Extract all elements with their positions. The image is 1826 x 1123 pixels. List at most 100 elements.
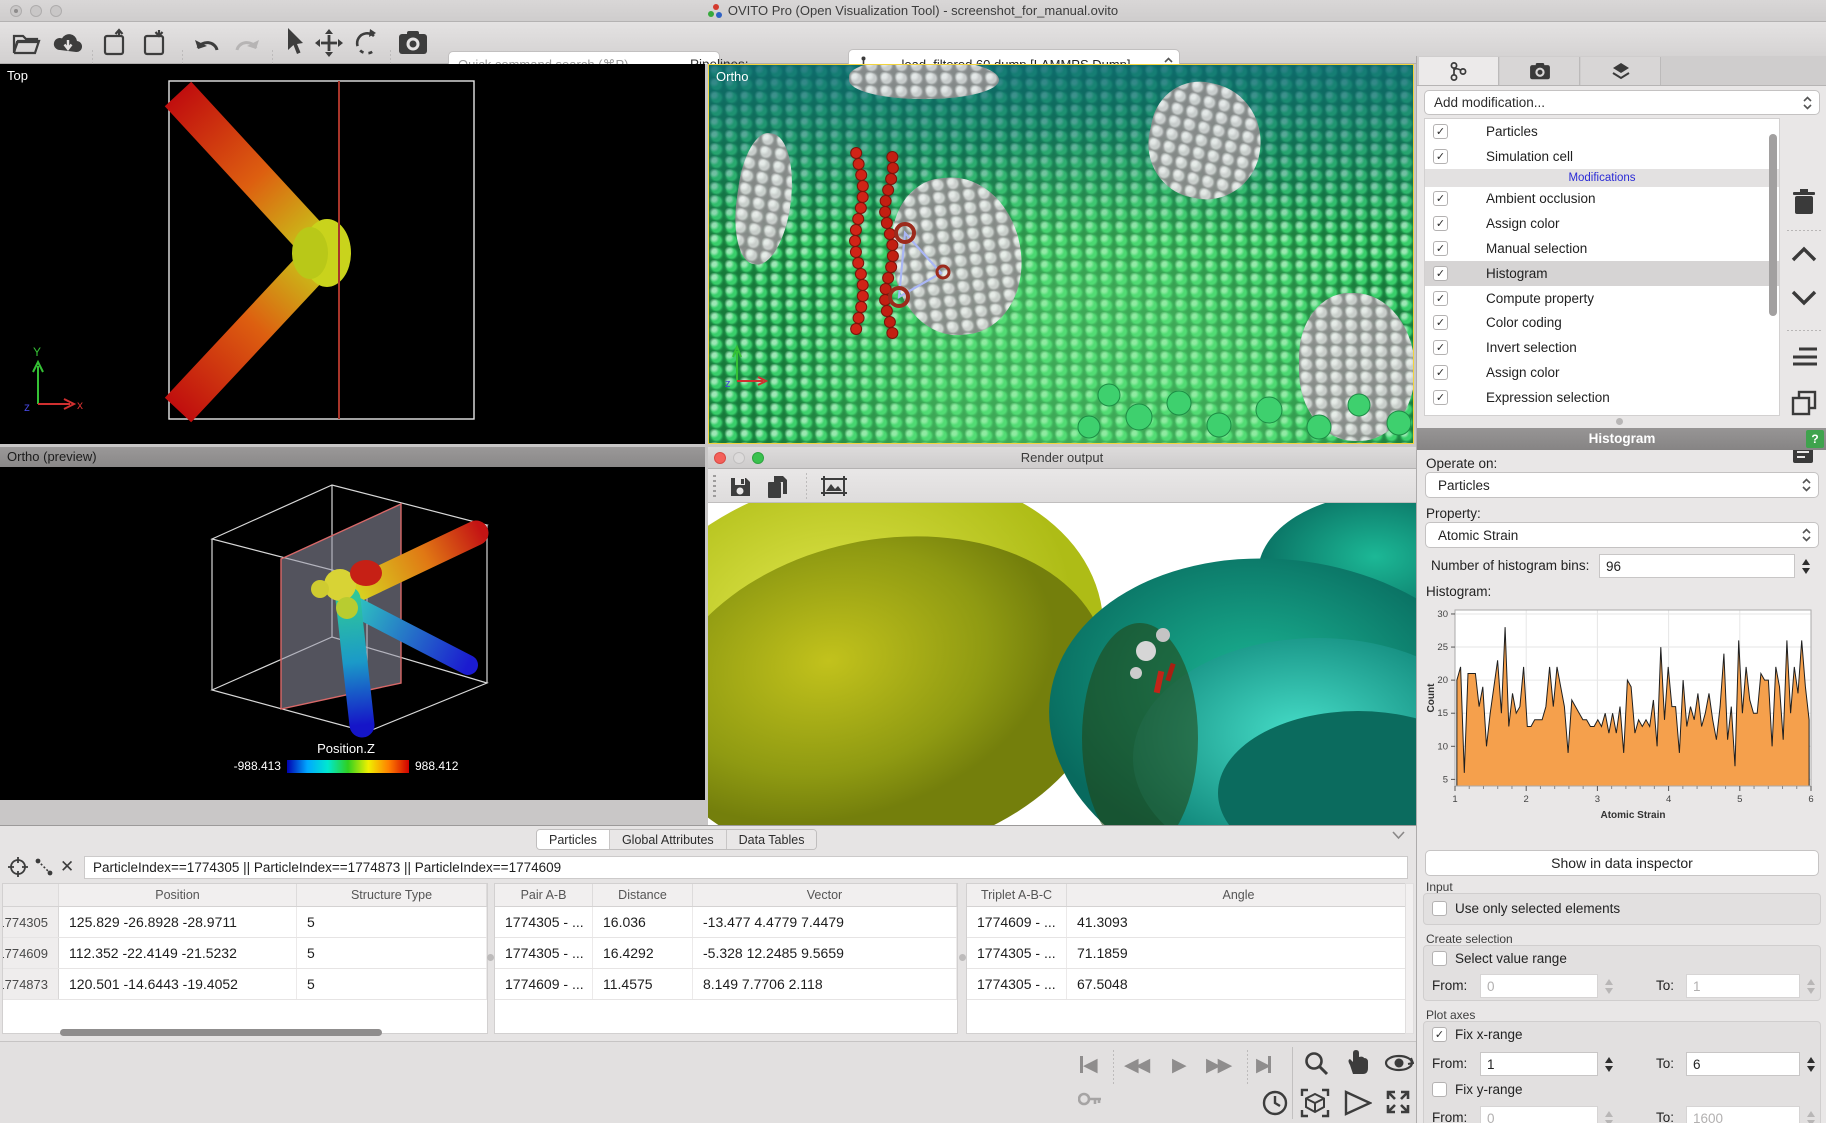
property-dropdown[interactable]: Atomic Strain — [1425, 522, 1819, 548]
inspector-tab-particles[interactable]: Particles — [537, 830, 610, 849]
save-image-icon[interactable] — [728, 475, 752, 499]
close-window-icon[interactable] — [10, 5, 22, 17]
table-row[interactable]: 1774305 - ...71.1859 — [967, 938, 1413, 969]
move-modifier-up-icon[interactable] — [1791, 246, 1817, 262]
redo-icon[interactable] — [232, 32, 262, 56]
render-camera-icon[interactable] — [398, 31, 428, 55]
viewport-preview-titlebar[interactable]: Ortho (preview) — [0, 447, 705, 467]
fix-x-range-checkbox[interactable]: ✓ Fix x-range — [1432, 1027, 1523, 1042]
collapse-inspector-icon[interactable] — [1392, 831, 1405, 840]
help-button[interactable]: ? — [1806, 430, 1824, 448]
select-from-stepper[interactable] — [1602, 974, 1615, 998]
save-session-icon[interactable] — [102, 28, 130, 58]
toggle-modifier-groups-icon[interactable] — [1791, 346, 1819, 368]
viewport-ortho[interactable]: z Ortho — [708, 64, 1414, 444]
x-from-input[interactable]: 1 — [1480, 1052, 1598, 1076]
checkbox-icon[interactable]: ✓ — [1432, 951, 1447, 966]
table-row[interactable]: 1774305 - ...67.5048 — [967, 969, 1413, 1000]
measure-distance-icon[interactable] — [34, 857, 54, 877]
pipeline-item-checkbox[interactable]: ✓ — [1433, 149, 1448, 164]
checkbox-icon[interactable]: ✓ — [1432, 1027, 1447, 1042]
select-to-stepper[interactable] — [1804, 974, 1817, 998]
delete-modifier-icon[interactable] — [1791, 188, 1817, 216]
select-to-input[interactable]: 1 — [1686, 974, 1800, 998]
zoom-mode-icon[interactable] — [1303, 1050, 1329, 1076]
table-row[interactable]: 1774305 - ...16.4292-5.328 12.2485 9.565… — [495, 938, 957, 969]
tab-layers[interactable] — [1581, 57, 1661, 85]
pipeline-item-compute-property[interactable]: ✓Compute property — [1425, 286, 1779, 311]
bins-input[interactable]: 96 — [1599, 554, 1795, 578]
pipeline-item-checkbox[interactable]: ✓ — [1433, 241, 1448, 256]
select-from-input[interactable]: 0 — [1480, 974, 1598, 998]
viewport-splitter-horizontal[interactable] — [0, 444, 705, 447]
clear-filter-icon[interactable]: ✕ — [60, 857, 74, 877]
x-to-input[interactable]: 6 — [1686, 1052, 1800, 1076]
pipeline-item-expression-selection[interactable]: ✓Expression selection — [1425, 385, 1779, 410]
pipeline-item-checkbox[interactable]: ✓ — [1433, 191, 1448, 206]
rotate-mode-icon[interactable] — [352, 28, 380, 58]
field-of-view-icon[interactable] — [1344, 1090, 1372, 1116]
pipeline-item-checkbox[interactable]: ✓ — [1433, 291, 1448, 306]
pipeline-item-checkbox[interactable]: ✓ — [1433, 340, 1448, 355]
table-row[interactable]: 1774609112.352 -22.4149 -21.52325 — [3, 938, 487, 969]
column-header[interactable]: Distance — [593, 884, 693, 906]
pipeline-item-checkbox[interactable]: ✓ — [1433, 124, 1448, 139]
x-to-stepper[interactable] — [1804, 1052, 1817, 1076]
pipeline-item-checkbox[interactable]: ✓ — [1433, 266, 1448, 281]
zoom-scene-extents-icon[interactable] — [1300, 1088, 1330, 1118]
pipeline-item-checkbox[interactable]: ✓ — [1433, 365, 1448, 380]
use-only-selected-checkbox[interactable]: ✓ Use only selected elements — [1432, 901, 1620, 916]
fix-y-range-checkbox[interactable]: ✓ Fix y-range — [1432, 1082, 1523, 1097]
viewport-top[interactable]: Top Y x — [0, 64, 705, 444]
tab-pipeline[interactable] — [1419, 57, 1499, 85]
table-splitter-handle[interactable] — [487, 954, 494, 961]
table-row[interactable]: 1774305 - ...16.036-13.477 4.4779 7.4479 — [495, 907, 957, 938]
add-modification-dropdown[interactable]: Add modification... — [1424, 90, 1820, 115]
inspector-tab-global-attributes[interactable]: Global Attributes — [610, 830, 727, 849]
pan-mode-icon[interactable] — [1345, 1048, 1369, 1076]
step-back-button[interactable]: ◀◀ — [1124, 1056, 1147, 1075]
pipeline-item-ambient-occlusion[interactable]: ✓Ambient occlusion — [1425, 187, 1779, 212]
pipeline-list-scrollbar[interactable] — [1769, 134, 1777, 316]
render-output-titlebar[interactable]: Render output — [708, 447, 1416, 469]
viewport-preview[interactable]: Position.Z -988.413 988.412 — [0, 467, 705, 800]
x-from-stepper[interactable] — [1602, 1052, 1615, 1076]
auto-key-icon[interactable] — [1078, 1092, 1102, 1106]
column-header[interactable]: Vector — [693, 884, 957, 906]
orbit-mode-icon[interactable] — [1384, 1052, 1414, 1074]
move-mode-icon[interactable] — [314, 28, 344, 58]
pipeline-item-color-coding[interactable]: ✓Color coding — [1425, 311, 1779, 336]
make-independent-copy-icon[interactable] — [1791, 390, 1817, 416]
viewport-top-label[interactable]: Top — [7, 68, 28, 83]
column-header[interactable]: Angle — [1067, 884, 1411, 906]
table-row[interactable]: 1774609 - ...41.3093 — [967, 907, 1413, 938]
inspector-tab-data-tables[interactable]: Data Tables — [727, 830, 817, 849]
viewport-ortho-label[interactable]: Ortho — [716, 69, 749, 84]
import-file-icon[interactable] — [142, 28, 170, 58]
y-to-input[interactable]: 1600 — [1686, 1106, 1800, 1123]
copy-image-icon[interactable] — [766, 474, 790, 500]
selection-mode-icon[interactable] — [284, 26, 304, 58]
open-file-icon[interactable] — [12, 30, 42, 56]
undo-icon[interactable] — [192, 32, 222, 56]
column-header[interactable]: Position — [59, 884, 297, 906]
table-row[interactable]: 1774609 - ...11.45758.149 7.7706 2.118 — [495, 969, 957, 1000]
checkbox-icon[interactable]: ✓ — [1432, 901, 1447, 916]
table-vertical-scrollbar[interactable] — [1405, 883, 1414, 1034]
pipeline-item-checkbox[interactable]: ✓ — [1433, 390, 1448, 405]
crop-image-icon[interactable] — [820, 475, 848, 497]
pipeline-item-checkbox[interactable]: ✓ — [1433, 315, 1448, 330]
operate-on-dropdown[interactable]: Particles — [1425, 472, 1819, 498]
import-remote-file-icon[interactable] — [52, 32, 84, 54]
pipeline-item-simulation-cell[interactable]: ✓Simulation cell — [1425, 144, 1779, 169]
column-header[interactable]: Structure Type — [297, 884, 487, 906]
filter-expression-input[interactable]: ParticleIndex==1774305 || ParticleIndex=… — [84, 856, 1408, 879]
table-horizontal-scrollbar[interactable] — [60, 1029, 382, 1036]
pipeline-item-particles[interactable]: ✓Particles — [1425, 119, 1779, 144]
table-splitter-handle[interactable] — [959, 954, 966, 961]
panel-splitter-handle[interactable] — [1616, 418, 1623, 425]
y-from-stepper[interactable] — [1602, 1106, 1615, 1123]
maximize-viewport-icon[interactable] — [1384, 1088, 1412, 1116]
jump-to-start-button[interactable]: ◀ — [1080, 1056, 1095, 1075]
y-to-stepper[interactable] — [1804, 1106, 1817, 1123]
